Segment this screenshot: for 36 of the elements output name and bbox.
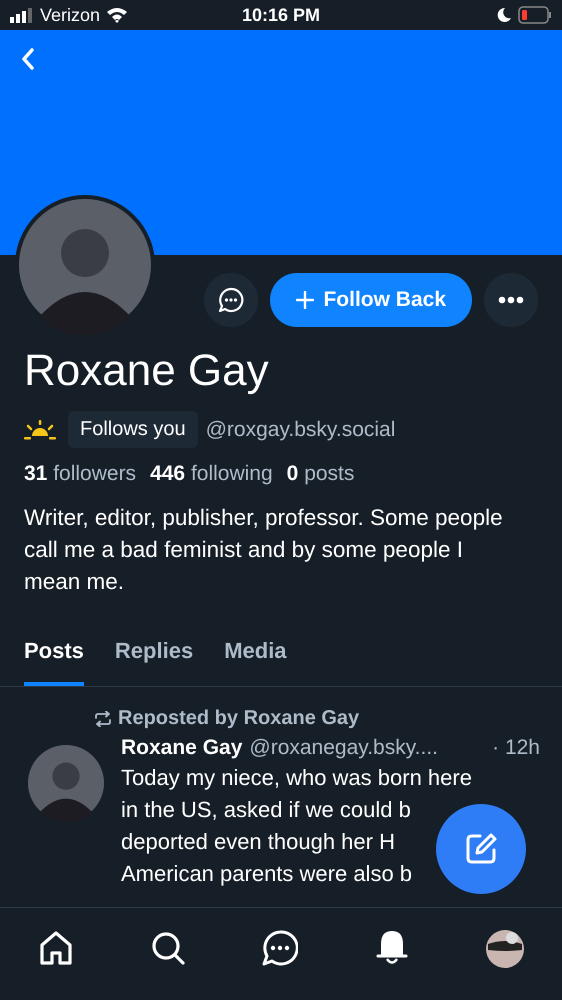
profile-name: Roxane Gay bbox=[24, 345, 270, 397]
follow-back-button[interactable]: Follow Back bbox=[270, 273, 472, 327]
post-text-line: Today my niece, who was born here bbox=[121, 764, 472, 792]
profile-tab[interactable]: Replies bbox=[114, 634, 194, 686]
wifi-icon bbox=[106, 7, 128, 23]
moon-icon bbox=[496, 7, 512, 23]
status-time: 10:16 PM bbox=[242, 4, 320, 26]
stat-count[interactable]: 446 following bbox=[150, 462, 273, 486]
post-text-line: American parents were also b bbox=[121, 860, 412, 888]
follows-you-badge: Follows you bbox=[68, 411, 198, 448]
carrier-name: Verizon bbox=[40, 4, 100, 26]
author-handle: @roxanegay.bsky.... bbox=[249, 736, 438, 760]
plus-icon bbox=[296, 291, 314, 309]
post-time: · 12h bbox=[492, 736, 540, 760]
profile-tab[interactable]: Media bbox=[224, 634, 287, 686]
account-avatar[interactable] bbox=[486, 930, 524, 968]
chat-icon[interactable] bbox=[262, 930, 298, 966]
author-name[interactable]: Roxane Gay bbox=[121, 736, 242, 760]
repost-label: Reposted by Roxane Gay bbox=[118, 707, 360, 730]
back-icon[interactable] bbox=[20, 47, 36, 71]
home-icon[interactable] bbox=[38, 930, 74, 966]
signal-icon bbox=[10, 7, 34, 23]
search-icon[interactable] bbox=[150, 930, 186, 966]
more-icon bbox=[498, 296, 524, 304]
stat-count[interactable]: 0 posts bbox=[286, 462, 354, 486]
stat-count[interactable]: 31 followers bbox=[24, 462, 136, 486]
repost-icon bbox=[94, 710, 112, 726]
bell-icon[interactable] bbox=[374, 930, 410, 966]
author-avatar[interactable] bbox=[27, 744, 105, 822]
chat-icon bbox=[218, 287, 244, 313]
profile-tab[interactable]: Posts bbox=[24, 634, 84, 686]
post-text-line: in the US, asked if we could b bbox=[121, 796, 411, 824]
profile-handle: @roxgay.bsky.social bbox=[206, 418, 396, 442]
profile-bio: Writer, editor, publisher, professor. Some people call me a bad feminist and by some people I mean me. bbox=[24, 504, 504, 596]
post-text-line: deported even though her H bbox=[121, 828, 395, 856]
sunrise-icon bbox=[24, 420, 56, 440]
